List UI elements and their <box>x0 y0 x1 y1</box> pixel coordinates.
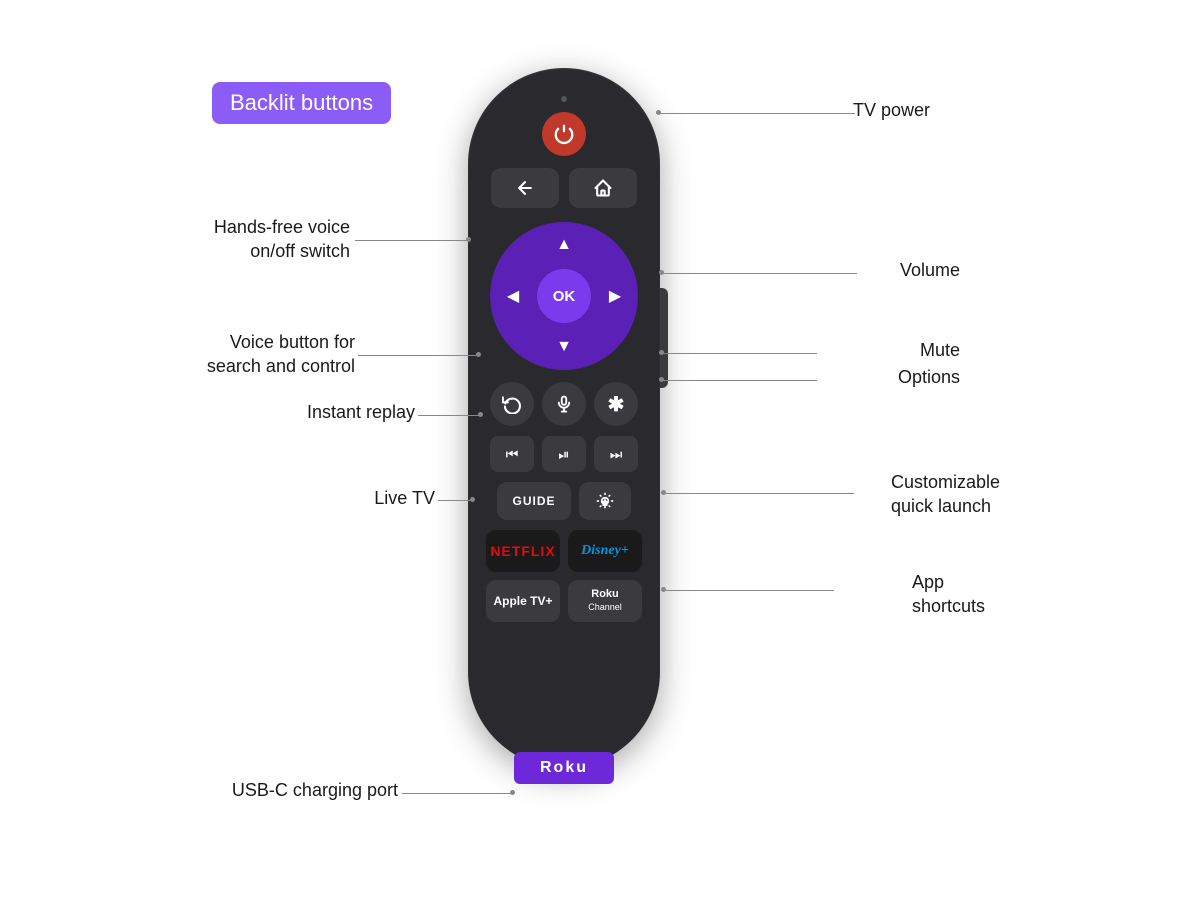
volume-label: Volume <box>900 258 960 282</box>
usb-c-dot <box>510 790 515 795</box>
mute-label: Mute <box>920 338 960 362</box>
ir-dot <box>561 96 567 102</box>
app-shortcuts-line <box>664 590 834 591</box>
customizable-line <box>664 493 854 494</box>
app-row-1: NETFLIX Disney+ <box>486 530 642 572</box>
quick-launch-button[interactable] <box>579 482 631 520</box>
options-button[interactable]: ✱ <box>594 382 638 426</box>
back-button[interactable] <box>491 168 559 208</box>
customizable-label: Customizablequick launch <box>891 470 1000 519</box>
home-button[interactable] <box>569 168 637 208</box>
backlit-buttons-badge: Backlit buttons <box>212 82 391 124</box>
appletv-button[interactable]: Apple TV+ <box>486 580 560 622</box>
fast-forward-button[interactable]: ⏭ <box>594 436 638 472</box>
live-tv-line <box>438 500 472 501</box>
customizable-dot <box>661 490 666 495</box>
disney-button[interactable]: Disney+ <box>568 530 642 572</box>
tv-power-line <box>660 113 855 114</box>
control-row: ✱ <box>490 382 638 426</box>
app-shortcuts-dot <box>661 587 666 592</box>
ok-button[interactable]: OK <box>537 269 591 323</box>
media-row: ⏮ ⏯ ⏭ <box>490 436 638 472</box>
mute-line <box>662 353 817 354</box>
volume-dot <box>659 270 664 275</box>
dpad-right[interactable]: ▶ <box>598 279 632 313</box>
mute-dot <box>659 350 664 355</box>
netflix-button[interactable]: NETFLIX <box>486 530 560 572</box>
mic-button[interactable] <box>542 382 586 426</box>
instant-replay-line <box>418 415 480 416</box>
live-tv-label: Live TV <box>280 486 435 510</box>
dpad-down[interactable]: ▼ <box>547 330 581 364</box>
guide-button[interactable]: GUIDE <box>497 482 571 520</box>
rewind-button[interactable]: ⏮ <box>490 436 534 472</box>
roku-logo: Roku <box>514 752 614 784</box>
power-button[interactable] <box>542 112 586 156</box>
usb-c-line <box>402 793 512 794</box>
hands-free-line <box>355 240 469 241</box>
dpad-up[interactable]: ▲ <box>547 228 581 262</box>
voice-button-line <box>358 355 478 356</box>
guide-row: GUIDE <box>497 482 631 520</box>
options-line <box>662 380 817 381</box>
dpad: ▲ ▼ ◀ ▶ OK <box>490 222 638 370</box>
app-shortcuts-label: Appshortcuts <box>912 570 985 619</box>
instant-replay-dot <box>478 412 483 417</box>
hands-free-dot <box>466 237 471 242</box>
usb-c-label: USB-C charging port <box>148 778 398 802</box>
options-dot <box>659 377 664 382</box>
app-row-2: Apple TV+ RokuChannel <box>486 580 642 622</box>
tv-power-label: TV power <box>853 98 930 122</box>
dpad-left[interactable]: ◀ <box>496 279 530 313</box>
hands-free-label: Hands-free voiceon/off switch <box>155 215 350 264</box>
volume-line <box>662 273 857 274</box>
options-label: Options <box>898 365 960 389</box>
instant-replay-label: Instant replay <box>240 400 415 424</box>
tv-power-dot-left <box>656 110 661 115</box>
roku-channel-button[interactable]: RokuChannel <box>568 580 642 622</box>
live-tv-dot <box>470 497 475 502</box>
replay-button[interactable] <box>490 382 534 426</box>
voice-button-label: Voice button forsearch and control <box>135 330 355 379</box>
volume-side-strip <box>660 288 668 388</box>
voice-button-dot <box>476 352 481 357</box>
play-pause-button[interactable]: ⏯ <box>542 436 586 472</box>
back-home-row <box>491 168 637 208</box>
remote-control: ▲ ▼ ◀ ▶ OK ✱ ⏮ ⏯ ⏭ GUIDE <box>468 68 660 768</box>
